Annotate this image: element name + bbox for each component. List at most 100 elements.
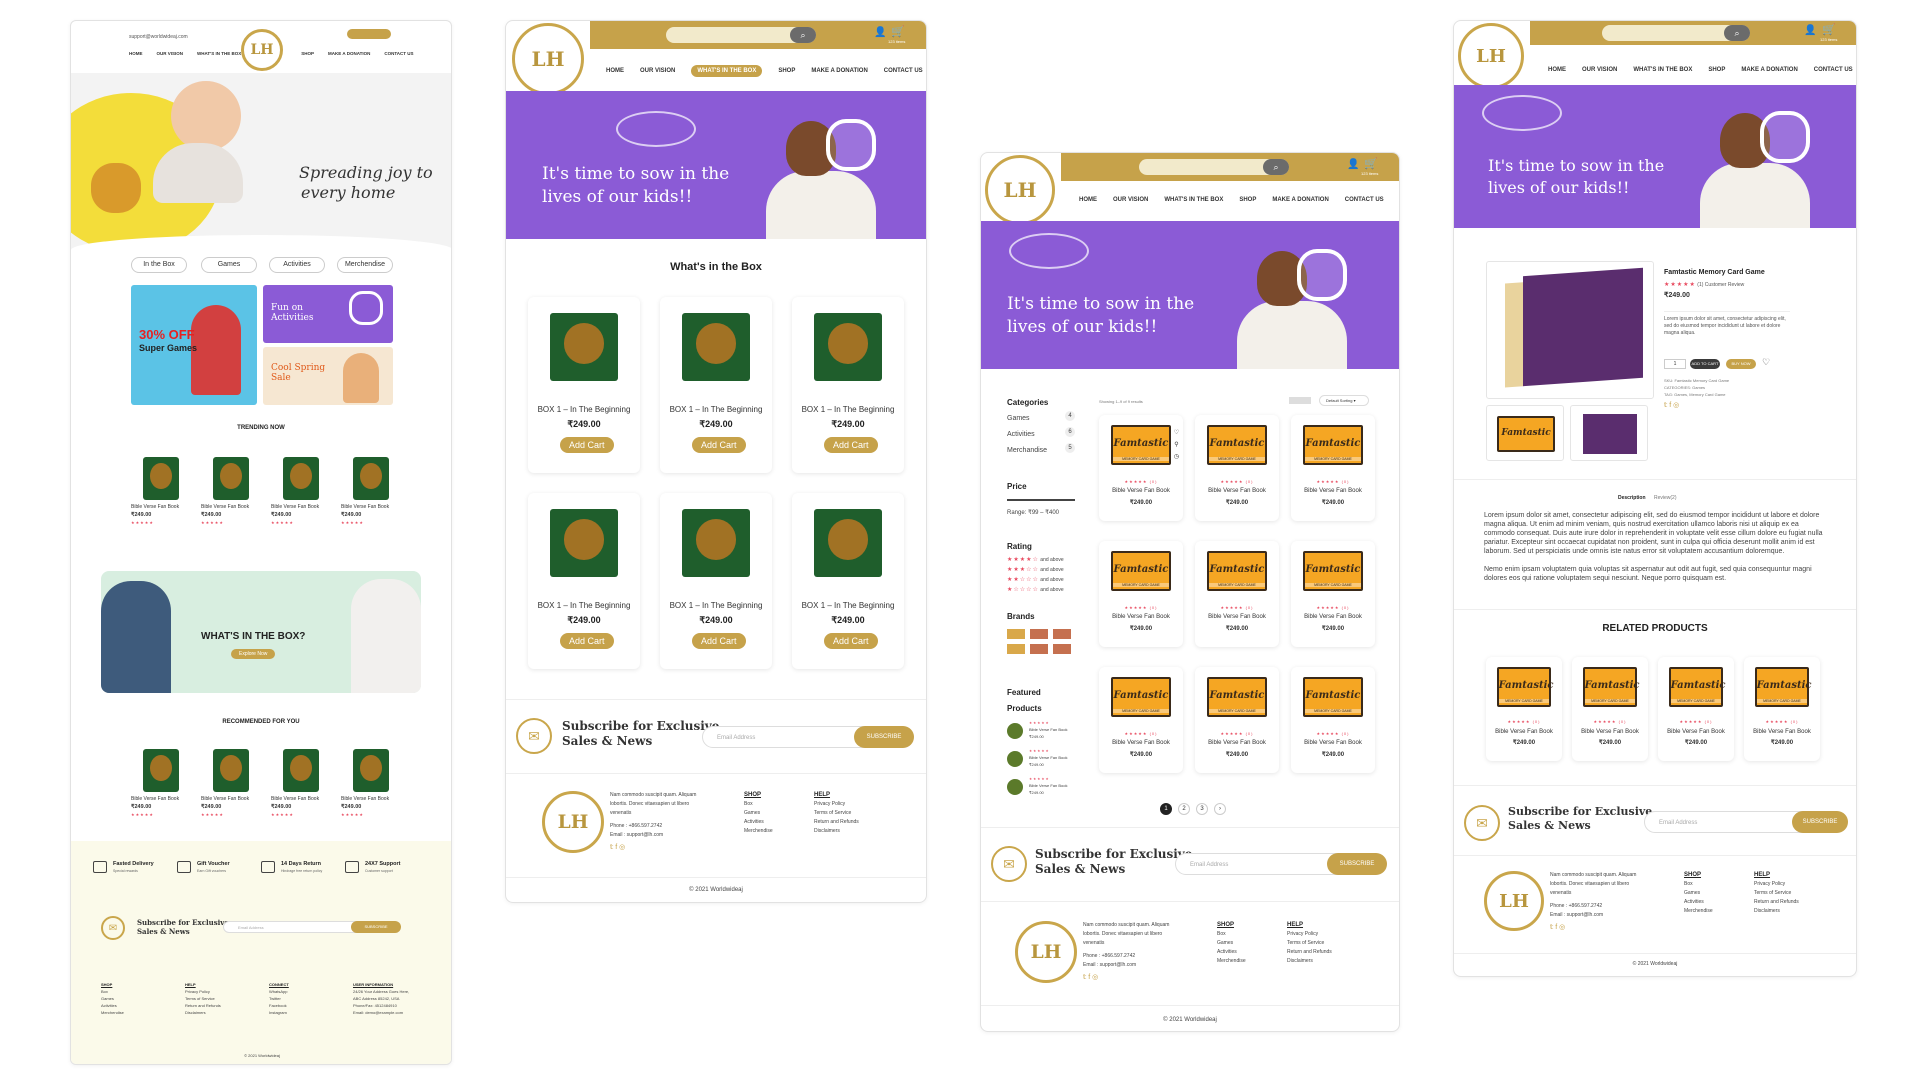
footer-help-link[interactable]: Return and Refunds [814, 818, 859, 827]
product-card[interactable]: Bible Verse Fan Book ₹249.00 ★★★★★ [341, 743, 401, 821]
thumb-2[interactable] [1570, 405, 1648, 461]
featured-item[interactable]: ★★★★★ Bible Verse Fan Book ₹249.00 [1007, 775, 1075, 801]
footer-help-link[interactable]: Privacy Policy [1754, 880, 1799, 889]
nav-donation[interactable]: MAKE A DONATION [328, 51, 370, 56]
footer-shop-link[interactable]: Games [1684, 889, 1713, 898]
home-subscribe-button[interactable]: SUBSCRIBE [351, 921, 401, 933]
page-link[interactable]: 3 [1196, 803, 1208, 815]
user-icon[interactable]: 👤 [1347, 159, 1359, 170]
footer-shop-link[interactable]: Merchendise [744, 827, 773, 836]
footer-shop-link[interactable]: Box [1217, 930, 1246, 939]
brand-logos[interactable] [1007, 629, 1075, 654]
nav-home[interactable]: HOME [1548, 67, 1566, 73]
shop-card[interactable]: Famtastic MEMORY CARD GAME ★★★★★ (0) Bible … [1195, 667, 1279, 773]
shop-card[interactable]: Famtastic MEMORY CARD GAME ★★★★★ (0) Bible … [1291, 541, 1375, 647]
nav-box[interactable]: WHAT'S IN THE BOX [1633, 67, 1692, 73]
cat-activities[interactable]: Activities 6 [1007, 427, 1075, 443]
detail-search[interactable]: ⌕ [1602, 25, 1750, 41]
nav-box[interactable]: WHAT'S IN THE BOX [197, 51, 241, 56]
nav-shop[interactable]: SHOP [1239, 197, 1256, 203]
box-subscribe-button[interactable]: SUBSCRIBE [854, 726, 914, 748]
box-card[interactable]: BOX 1 – In The Beginning ₹249.00 Add Cart [660, 297, 772, 473]
footer-help-link[interactable]: Return and Refunds [1287, 948, 1332, 957]
nav-home[interactable]: HOME [606, 68, 624, 74]
pill-games[interactable]: Games [201, 257, 257, 273]
add-cart-button[interactable]: Add Cart [692, 437, 746, 453]
footer-shop-link[interactable]: Merchendise [1684, 907, 1713, 916]
box-card[interactable]: BOX 1 – In The Beginning ₹249.00 Add Cart [528, 493, 640, 669]
pill-in-the-box[interactable]: In the Box [131, 257, 187, 273]
search-icon[interactable]: ⌕ [1263, 159, 1289, 175]
nav-shop[interactable]: SHOP [301, 51, 314, 56]
shop-card[interactable]: Famtastic MEMORY CARD GAME ★★★★★ (0) Bible … [1291, 415, 1375, 521]
featured-item[interactable]: ★★★★★ Bible Verse Fan Book ₹249.00 [1007, 719, 1075, 745]
explore-button[interactable]: Explore Now [231, 649, 276, 659]
rating-row[interactable]: ★★★☆☆ and above [1007, 565, 1075, 575]
home-footer-link[interactable]: ABC Address 85242, USA [353, 995, 409, 1002]
home-footer-link[interactable]: Email: demo@example.com [353, 1009, 409, 1016]
shop-card[interactable]: Famtastic MEMORY CARD GAME ★★★★★ (0) Bible … [1291, 667, 1375, 773]
tab-description[interactable]: Description [1618, 495, 1646, 501]
shop-search[interactable]: ⌕ [1139, 159, 1289, 175]
shop-card[interactable]: Famtastic MEMORY CARD GAME ★★★★★ (0) Bible … [1572, 657, 1648, 761]
nav-home[interactable]: HOME [129, 51, 143, 56]
nav-shop[interactable]: SHOP [778, 68, 795, 74]
footer-shop-link[interactable]: Activities [1217, 948, 1246, 957]
footer-help-link[interactable]: Return and Refunds [1754, 898, 1799, 907]
home-footer-link[interactable]: Instagram [269, 1009, 289, 1016]
footer-shop-link[interactable]: Box [744, 800, 773, 809]
footer-logo[interactable]: LH [1484, 871, 1544, 931]
site-logo[interactable]: LH [241, 29, 283, 71]
detail-logo[interactable]: LH [1458, 23, 1524, 89]
promo-activities[interactable]: Fun on Activities [263, 285, 393, 343]
wishlist-icon[interactable]: ♡ [1762, 357, 1770, 368]
detail-subscribe-button[interactable]: SUBSCRIBE [1792, 811, 1848, 833]
add-cart-button[interactable]: Add Cart [824, 633, 878, 649]
shop-card[interactable]: Famtastic MEMORY CARD GAME ★★★★★ (0) Bible … [1099, 667, 1183, 773]
search-icon[interactable]: ⌕ [790, 27, 816, 43]
footer-shop-link[interactable]: Activities [744, 818, 773, 827]
nav-vision[interactable]: OUR VISION [157, 51, 184, 56]
nav-vision[interactable]: OUR VISION [1582, 67, 1617, 73]
nav-box[interactable]: WHAT'S IN THE BOX [1164, 197, 1223, 203]
pill-merchendise[interactable]: Merchendise [337, 257, 393, 273]
page-link[interactable]: › [1214, 803, 1226, 815]
nav-vision[interactable]: OUR VISION [1113, 197, 1148, 203]
product-card[interactable]: Bible Verse Fan Book ₹249.00 ★★★★★ [201, 743, 261, 821]
home-footer-link[interactable]: Return and Refunds [185, 1002, 221, 1009]
product-card[interactable]: Bible Verse Fan Book ₹249.00 ★★★★★ [271, 743, 331, 821]
footer-help-link[interactable]: Terms of Service [1287, 939, 1332, 948]
card-action-icon[interactable]: ⚲ [1172, 441, 1181, 450]
search-icon[interactable]: ⌕ [1724, 25, 1750, 41]
box-card[interactable]: BOX 1 – In The Beginning ₹249.00 Add Cart [528, 297, 640, 473]
product-card[interactable]: Bible Verse Fan Book ₹249.00 ★★★★★ [341, 451, 401, 529]
cat-games[interactable]: Games 4 [1007, 411, 1075, 427]
box-card[interactable]: BOX 1 – In The Beginning ₹249.00 Add Cart [792, 493, 904, 669]
footer-shop-link[interactable]: Games [1217, 939, 1246, 948]
nav-box-active[interactable]: WHAT'S IN THE BOX [691, 65, 763, 77]
add-cart-button[interactable]: Add Cart [560, 633, 614, 649]
shop-logo[interactable]: LH [985, 155, 1055, 225]
product-card[interactable]: Bible Verse Fan Book ₹249.00 ★★★★★ [131, 451, 191, 529]
footer-logo[interactable]: LH [542, 791, 604, 853]
box-card[interactable]: BOX 1 – In The Beginning ₹249.00 Add Cart [660, 493, 772, 669]
footer-help-link[interactable]: Terms of Service [1754, 889, 1799, 898]
nav-contact[interactable]: CONTACT US [1345, 197, 1384, 203]
view-toggle[interactable] [1289, 397, 1311, 404]
add-cart-button[interactable]: Add Cart [560, 437, 614, 453]
footer-shop-link[interactable]: Box [1684, 880, 1713, 889]
home-footer-link[interactable]: Activities [101, 1002, 124, 1009]
footer-help-link[interactable]: Privacy Policy [814, 800, 859, 809]
footer-shop-link[interactable]: Games [744, 809, 773, 818]
user-icon[interactable]: 👤 [1804, 25, 1816, 36]
footer-help-link[interactable]: Terms of Service [814, 809, 859, 818]
cart-icon[interactable]: 🛒 [891, 25, 905, 38]
shop-card[interactable]: Famtastic MEMORY CARD GAME ★★★★★ (0) Bible … [1658, 657, 1734, 761]
add-cart-button[interactable]: Add Cart [692, 633, 746, 649]
social-icons[interactable]: 𝕥 f ◎ [610, 843, 710, 852]
footer-help-link[interactable]: Disclaimers [814, 827, 859, 836]
shop-card[interactable]: Famtastic MEMORY CARD GAME ♡ ⚲ ◷ ★★★★★ (0) Bib… [1099, 415, 1183, 521]
social-icons[interactable]: 𝕥 f ◎ [1550, 923, 1650, 932]
home-footer-link[interactable]: Phone/Fax: 4512484910 [353, 1002, 409, 1009]
tab-review[interactable]: Review(2) [1654, 495, 1677, 501]
